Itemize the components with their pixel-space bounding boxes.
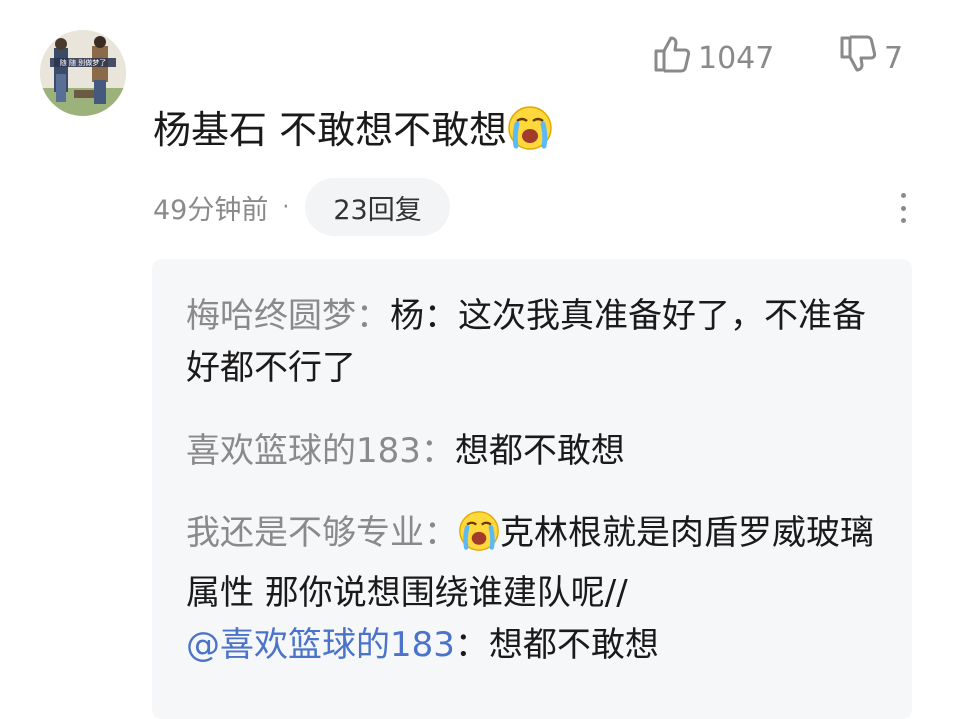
dislike-count: 7 <box>884 40 904 76</box>
comment-meta: 49分钟前 · 23回复 <box>153 178 450 236</box>
reply-author[interactable]: 梅哈终圆梦 <box>186 296 356 336</box>
mention-separator: ： <box>454 625 489 665</box>
replies-panel: 梅哈终圆梦：杨：这次我真准备好了，不准备好都不行了 喜欢篮球的183：想都不敢想… <box>152 259 912 719</box>
reply-item[interactable]: 我还是不够专业： 克林根就是肉盾罗威玻璃属性 那你说想围绕谁建队呢//@喜欢篮球… <box>186 507 896 671</box>
avatar-caption: 随 随 别做梦了 <box>60 58 106 67</box>
reply-separator: ： <box>356 296 390 336</box>
crying-face-emoji <box>458 510 500 567</box>
like-button[interactable]: 1047 <box>652 36 774 80</box>
meta-separator: · <box>282 194 290 220</box>
comment-time: 49分钟前 <box>153 194 269 226</box>
reply-text: 想都不敢想 <box>454 431 625 471</box>
reply-item[interactable]: 喜欢篮球的183：想都不敢想 <box>186 425 896 477</box>
dislike-button[interactable]: 7 <box>838 34 904 82</box>
avatar[interactable]: 随 随 别做梦了 <box>40 30 126 116</box>
more-vertical-icon[interactable] <box>898 193 908 223</box>
crying-face-emoji <box>507 105 553 164</box>
reply-author[interactable]: 我还是不够专业 <box>186 513 424 553</box>
like-count: 1047 <box>698 40 775 76</box>
thumbs-up-icon <box>652 34 692 82</box>
comment-body: 杨基石 不敢想不敢想 <box>153 108 508 152</box>
reply-separator: ： <box>420 431 455 471</box>
reply-item[interactable]: 梅哈终圆梦：杨：这次我真准备好了，不准备好都不行了 <box>186 290 896 394</box>
reply-separator: ： <box>424 513 458 553</box>
reply-author[interactable]: 喜欢篮球的183 <box>186 431 421 471</box>
reply-count-button[interactable]: 23回复 <box>305 178 450 236</box>
comment-text: 杨基石 不敢想不敢想 <box>153 104 553 164</box>
mention-text: 想都不敢想 <box>488 625 659 665</box>
reply-mention[interactable]: @喜欢篮球的183 <box>186 625 455 665</box>
thumbs-down-icon <box>838 34 878 82</box>
